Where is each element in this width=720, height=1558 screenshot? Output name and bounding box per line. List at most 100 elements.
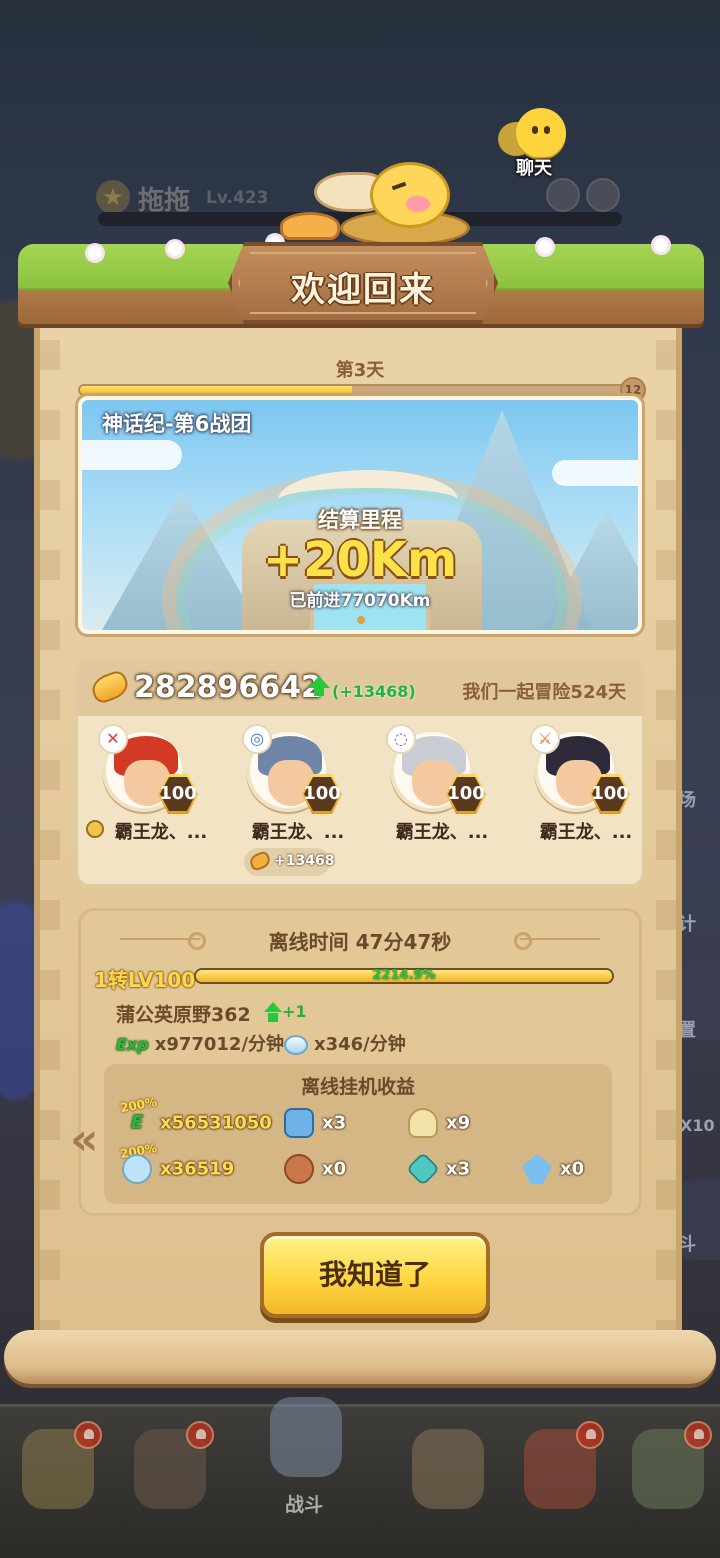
gold-amount: 282896642 xyxy=(134,670,322,705)
food-decoration xyxy=(280,212,340,240)
exp-icon: Exp xyxy=(116,1035,149,1054)
earn-exp: Ex56531050 xyxy=(122,1108,272,1142)
hero-name: 霸王龙、... xyxy=(539,822,633,843)
nav-hero-slot[interactable] xyxy=(6,1421,106,1541)
bottom-nav: 战斗 xyxy=(0,1397,720,1558)
gem-icon xyxy=(284,1035,308,1055)
hero-name: 霸王龙、... xyxy=(395,822,489,843)
hero-level: 100 xyxy=(159,783,197,804)
notification-bell-icon xyxy=(74,1421,102,1449)
distance-total: 已前进77070Km xyxy=(289,591,431,611)
face-icon[interactable] xyxy=(586,178,620,212)
hero-gold-chip: +13468 xyxy=(244,848,334,876)
flower-decoration xyxy=(168,242,182,256)
fire-element-icon: ✕ xyxy=(98,724,128,754)
notification-bell-icon xyxy=(684,1421,712,1449)
earn-candle: x9 xyxy=(408,1108,470,1142)
hero-card[interactable]: ◌ 100 霸王龙、... xyxy=(372,724,512,844)
day-progress-fill xyxy=(80,386,352,394)
exp-rate: Exp x977012/分钟 xyxy=(116,1030,284,1056)
gold-gain: (+13468) xyxy=(332,682,416,701)
stage-gain: +1 xyxy=(282,1002,307,1021)
hero-avatar-icon xyxy=(412,1429,484,1509)
level-label: 1转LV100 xyxy=(94,968,196,992)
day-label: 第3天 xyxy=(335,360,385,381)
hero-name: 霸王龙、... xyxy=(251,822,345,843)
stage-name: 蒲公英原野362 xyxy=(116,1004,251,1026)
confirm-button[interactable]: 我知道了 xyxy=(260,1232,490,1318)
hero-card[interactable]: ⚔ 100 霸王龙、... xyxy=(516,724,656,844)
swirl-decoration xyxy=(514,932,600,950)
side-label: X10 xyxy=(680,1116,715,1135)
gem-rate: x346/分钟 xyxy=(284,1030,406,1056)
confirm-label: 我知道了 xyxy=(318,1258,431,1291)
hero-level: 100 xyxy=(303,783,341,804)
nav-hero-slot[interactable] xyxy=(118,1421,218,1541)
hero-card[interactable]: ✕ 100 霸王龙、... xyxy=(84,724,224,844)
wind-element-icon: ◌ xyxy=(386,724,416,754)
earn-hero-shard: x3 xyxy=(284,1108,346,1142)
day-progress-bar xyxy=(78,384,626,396)
settle-label: 结算里程 xyxy=(318,508,402,532)
hero-name: 霸王龙、... xyxy=(114,822,208,843)
gem-icon xyxy=(122,1154,152,1184)
gem-rate-value: x346/分钟 xyxy=(314,1034,406,1055)
exp-rate-value: x977012/分钟 xyxy=(154,1034,285,1055)
notification-bell-icon xyxy=(576,1421,604,1449)
hero-gold-gain: +13468 xyxy=(274,853,335,869)
eye xyxy=(532,126,538,134)
gold-icon xyxy=(88,668,132,706)
cloud xyxy=(82,440,182,470)
offline-earnings: 离线挂机收益 200% Ex56531050 x3 x9 200% x36519… xyxy=(104,1064,612,1204)
flower-decoration xyxy=(654,238,668,252)
exp-icon: E xyxy=(130,1112,144,1133)
page-dot xyxy=(357,616,365,624)
player-level: Lv.423 xyxy=(206,188,269,208)
earn-crystal: x0 xyxy=(522,1154,584,1188)
hero-level: 100 xyxy=(591,783,629,804)
flower-decoration xyxy=(88,246,102,260)
level-percent: 2214.9% xyxy=(372,968,436,983)
chat-button[interactable]: 聊天 xyxy=(496,108,576,180)
map-panel: 神话纪-第6战团 结算里程 +20Km 已前进77070Km xyxy=(78,396,642,634)
earnings-title: 离线挂机收益 xyxy=(300,1076,415,1098)
bird-cheek xyxy=(406,196,430,212)
nav-hero-slot[interactable] xyxy=(508,1421,608,1541)
offline-time: 离线时间 47分47秒 xyxy=(268,930,452,954)
swirl-icon[interactable] xyxy=(546,178,580,212)
meat-icon xyxy=(284,1154,314,1184)
map-name: 神话纪-第6战团 xyxy=(102,412,252,436)
popup-title: 欢迎回来 xyxy=(291,270,435,310)
nav-hero-slot[interactable] xyxy=(616,1421,716,1541)
sword-icon xyxy=(270,1397,342,1477)
star-icon: ★ xyxy=(96,180,130,214)
sword-element-icon: ⚔ xyxy=(530,724,560,754)
hero-panel: 282896642 (+13468) 我们一起冒险524天 ✕ 100 霸王龙、… xyxy=(78,660,642,884)
hero-level: 100 xyxy=(447,783,485,804)
collapse-chevron-icon[interactable]: « xyxy=(70,1114,98,1165)
offline-panel: 离线时间 47分47秒 1转LV100 2214.9% 蒲公英原野362 +1 … xyxy=(78,908,642,1216)
chat-smile-icon xyxy=(516,108,566,158)
gold-icon xyxy=(247,850,273,872)
scroll-bottom-roll xyxy=(4,1330,716,1384)
together-days: 我们一起冒险524天 xyxy=(462,682,626,703)
eye xyxy=(544,126,550,134)
earn-meat: x0 xyxy=(284,1154,346,1188)
notification-bell-icon xyxy=(186,1421,214,1449)
chat-label: 聊天 xyxy=(516,158,552,179)
hero-card[interactable]: ◎ 100 霸王龙、... xyxy=(228,724,368,844)
up-arrow-icon xyxy=(308,676,330,696)
nav-battle-label: 战斗 xyxy=(284,1494,323,1516)
emerald-icon xyxy=(406,1152,440,1186)
earn-emerald: x3 xyxy=(406,1152,470,1188)
mascot-bird xyxy=(280,150,470,250)
crystal-icon xyxy=(522,1154,552,1184)
hero-shard-icon xyxy=(284,1108,314,1138)
distance-gain: +20Km xyxy=(262,532,458,588)
nav-hero-slot[interactable] xyxy=(396,1421,496,1541)
earn-gem: x36519 xyxy=(122,1154,234,1188)
flame-candle-icon xyxy=(408,1108,438,1138)
up-arrow-icon xyxy=(264,1002,282,1022)
cloud xyxy=(552,460,638,486)
nav-battle[interactable]: 战斗 xyxy=(254,1397,354,1541)
